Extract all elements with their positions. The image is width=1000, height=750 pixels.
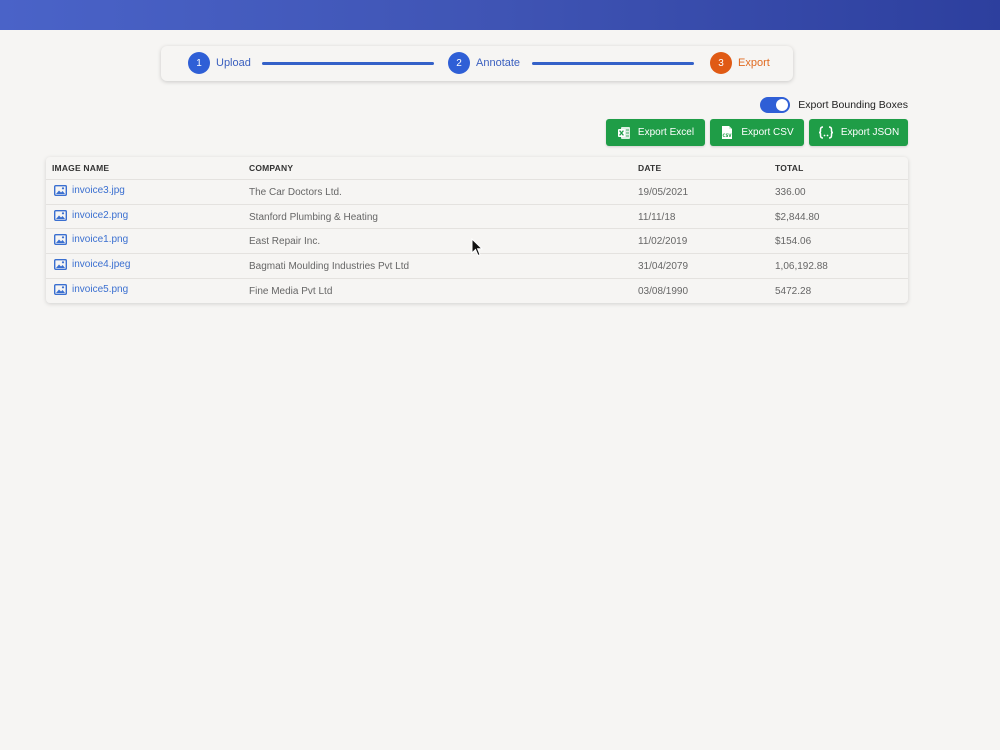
export-csv-button[interactable]: CSV Export CSV (710, 119, 804, 146)
total-cell: $154.06 (775, 236, 812, 248)
table-row[interactable]: invoice2.png Stanford Plumbing & Heating… (46, 203, 908, 229)
step-number-export: 3 (710, 52, 732, 74)
image-link[interactable]: invoice1.png (54, 234, 128, 245)
image-link[interactable]: invoice3.jpg (54, 185, 125, 196)
image-icon (54, 185, 67, 196)
company-cell: Fine Media Pvt Ltd (249, 285, 333, 297)
image-name: invoice1.png (72, 234, 129, 246)
image-name: invoice5.png (72, 283, 129, 295)
step-connector-2 (532, 62, 694, 65)
date-cell: 19/05/2021 (638, 187, 689, 198)
column-header-date[interactable]: DATE (638, 163, 661, 173)
step-number-upload: 1 (188, 52, 210, 74)
date-cell: 31/04/2079 (638, 261, 689, 273)
image-icon (54, 209, 67, 221)
svg-text:CSV: CSV (723, 133, 733, 138)
step-upload[interactable]: 1 Upload (188, 52, 251, 74)
bounding-boxes-label: Export Bounding Boxes (798, 99, 908, 111)
step-annotate[interactable]: 2 Annotate (448, 52, 520, 74)
toggle-knob (776, 99, 789, 111)
company-cell: East Repair Inc. (249, 236, 321, 248)
image-link[interactable]: invoice4.jpeg (54, 259, 130, 270)
image-icon (54, 283, 67, 295)
export-stepper: 1 Upload 2 Annotate 3 Export (161, 46, 793, 81)
image-name: invoice4.jpeg (72, 259, 131, 271)
company-cell: The Car Doctors Ltd. (249, 187, 342, 198)
export-json-label: Export JSON (840, 127, 900, 138)
step-export[interactable]: 3 Export (710, 52, 770, 74)
step-label-upload: Upload (216, 57, 251, 69)
mouse-cursor-icon (471, 238, 483, 257)
date-cell: 11/02/2019 (638, 236, 688, 248)
image-link[interactable]: invoice2.png (54, 210, 128, 221)
bounding-boxes-toggle[interactable] (760, 97, 791, 113)
step-label-annotate: Annotate (476, 57, 521, 69)
table-header: IMAGE NAME COMPANY DATE TOTAL (46, 157, 908, 179)
export-excel-button[interactable]: Export Excel (606, 119, 705, 146)
column-header-image-name[interactable]: IMAGE NAME (52, 163, 109, 173)
step-number-annotate: 2 (448, 52, 470, 74)
column-header-total[interactable]: TOTAL (775, 163, 804, 173)
image-icon (54, 234, 67, 246)
step-connector-1 (262, 62, 434, 65)
export-excel-label: Export Excel (637, 127, 695, 138)
date-cell: 11/11/18 (638, 211, 676, 223)
export-csv-label: Export CSV (741, 127, 794, 138)
image-name: invoice2.png (72, 209, 129, 221)
image-link[interactable]: invoice5.png (54, 284, 128, 295)
json-braces-icon (818, 126, 833, 139)
bounding-boxes-toggle-row: Export Bounding Boxes (760, 96, 908, 114)
image-name: invoice3.jpg (72, 185, 125, 196)
table-row[interactable]: invoice3.jpg The Car Doctors Ltd. 19/05/… (46, 179, 908, 204)
company-cell: Bagmati Moulding Industries Pvt Ltd (249, 261, 410, 273)
step-label-export: Export (738, 57, 770, 69)
total-cell: 5472.28 (775, 285, 812, 297)
top-app-bar (0, 0, 1000, 30)
total-cell: 1,06,192.88 (775, 261, 828, 273)
date-cell: 03/08/1990 (638, 285, 689, 297)
results-table: IMAGE NAME COMPANY DATE TOTAL invoice3.j… (46, 157, 908, 303)
csv-file-icon: CSV (722, 126, 733, 139)
company-cell: Stanford Plumbing & Heating (249, 211, 378, 223)
excel-icon (617, 126, 630, 139)
total-cell: 336.00 (775, 187, 806, 198)
column-header-company[interactable]: COMPANY (249, 163, 293, 173)
export-json-button[interactable]: Export JSON (809, 119, 908, 146)
image-icon (54, 259, 67, 271)
table-row[interactable]: invoice5.png Fine Media Pvt Ltd 03/08/19… (46, 277, 908, 303)
total-cell: $2,844.80 (775, 211, 820, 223)
